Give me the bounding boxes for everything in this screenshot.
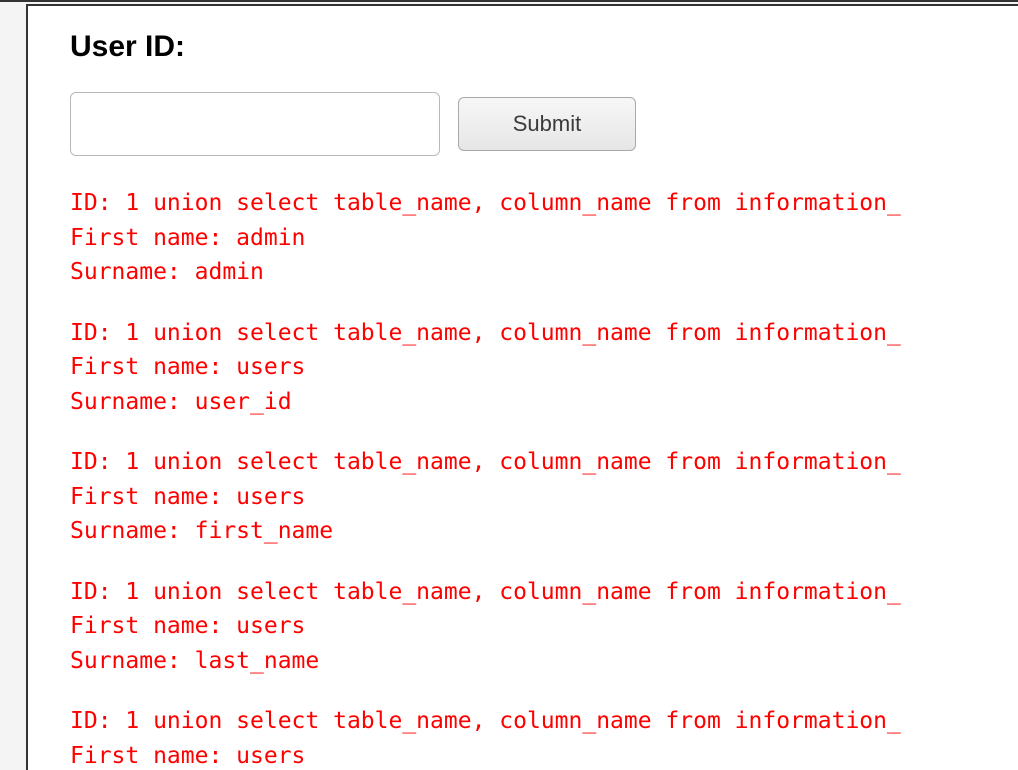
user-id-input[interactable]	[70, 92, 440, 156]
result-entry: ID: 1 union select table_name, column_na…	[70, 445, 1018, 549]
submit-button[interactable]: Submit	[458, 97, 636, 151]
result-entry: ID: 1 union select table_name, column_na…	[70, 316, 1018, 420]
result-entry: ID: 1 union select table_name, column_na…	[70, 575, 1018, 679]
page-title: User ID:	[70, 30, 1018, 64]
result-entry: ID: 1 union select table_name, column_na…	[70, 704, 1018, 770]
user-id-form: Submit	[70, 92, 1018, 156]
result-entry: ID: 1 union select table_name, column_na…	[70, 186, 1018, 290]
results-block: ID: 1 union select table_name, column_na…	[70, 186, 1018, 770]
content-panel: User ID: Submit ID: 1 union select table…	[26, 4, 1018, 770]
